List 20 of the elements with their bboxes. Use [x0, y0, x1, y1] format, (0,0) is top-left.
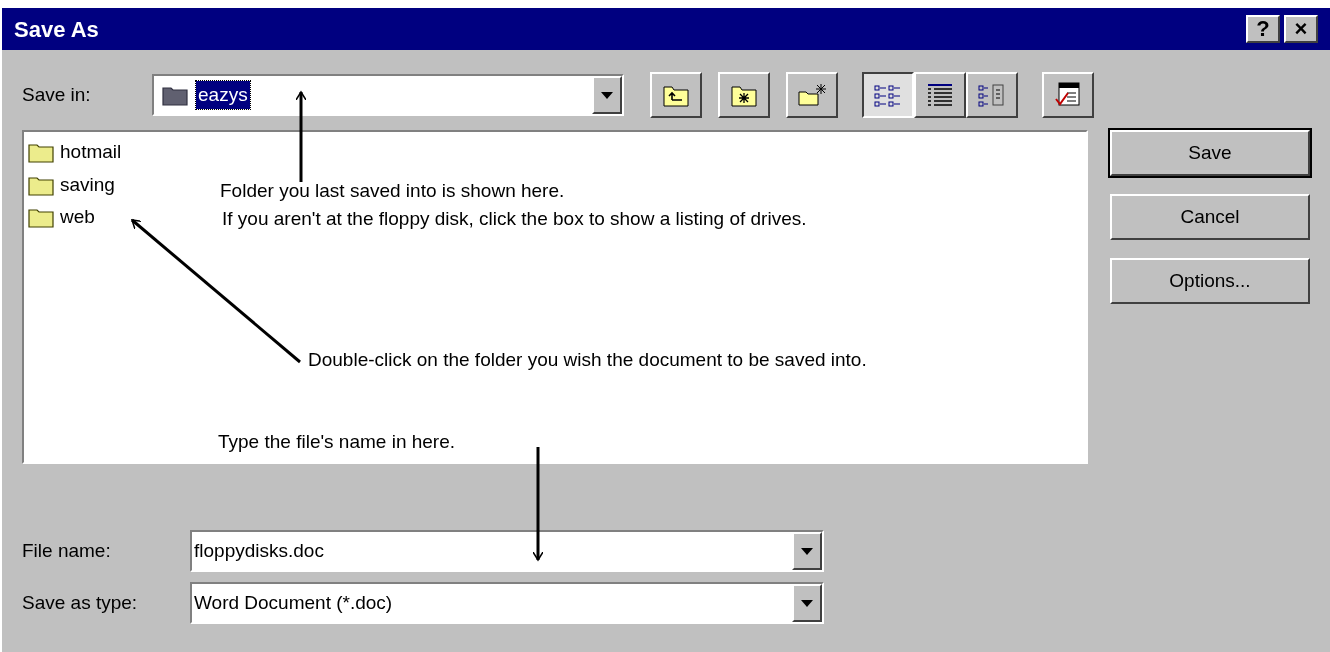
annotation-text: Type the file's name in here.	[218, 430, 456, 454]
annotation-text: If you aren't at the floppy disk, click the box to show a listing of drives.	[222, 207, 807, 231]
save-in-dropdown[interactable]: eazys	[152, 74, 624, 116]
help-button[interactable]: ?	[1246, 15, 1280, 43]
window-title: Save As	[14, 15, 99, 44]
annotation-text: Double-click on the folder you wish the document to be saved into.	[308, 348, 867, 372]
dialog-button[interactable]: Save	[1110, 130, 1310, 176]
close-button[interactable]: ×	[1284, 15, 1318, 43]
folder-name: eazys	[196, 80, 250, 110]
dialog-button[interactable]: Cancel	[1110, 194, 1310, 240]
folder-item[interactable]: saving	[28, 170, 115, 199]
folder-item[interactable]: web	[28, 203, 95, 232]
dialog-button[interactable]: Options...	[1110, 258, 1310, 304]
folder-item[interactable]: hotmail	[28, 138, 122, 167]
field-label: Save as type:	[22, 590, 139, 615]
annotation-text: Folder you last saved into is shown here.	[220, 179, 565, 203]
field-label: File name:	[22, 538, 112, 563]
file-name-field[interactable]: floppydisks.doc	[190, 530, 824, 572]
file-type-dropdown[interactable]: Word Document (*.doc)	[190, 582, 824, 624]
field-label: Save in:	[22, 82, 92, 107]
